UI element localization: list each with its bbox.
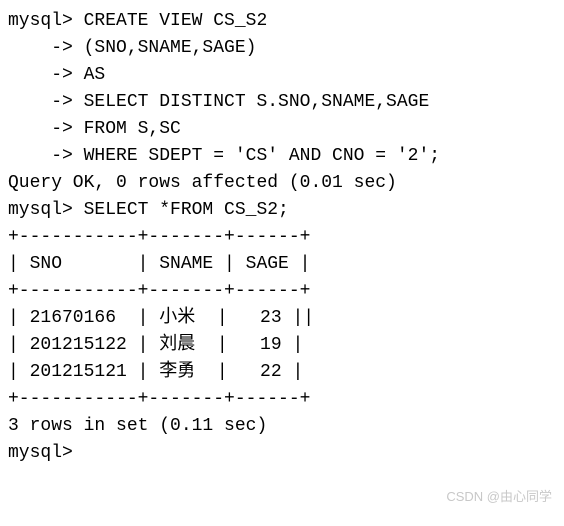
terminal-line: -> WHERE SDEPT = 'CS' AND CNO = '2';	[8, 143, 556, 170]
terminal-line: mysql> CREATE VIEW CS_S2	[8, 8, 556, 35]
table-row: | 21670166 | 小米 | 23 ||	[8, 305, 556, 332]
table-row: | 201215121 | 李勇 | 22 |	[8, 359, 556, 386]
query-status: Query OK, 0 rows affected (0.01 sec)	[8, 170, 556, 197]
terminal-line: -> AS	[8, 62, 556, 89]
terminal-line: -> (SNO,SNAME,SAGE)	[8, 35, 556, 62]
table-header: | SNO | SNAME | SAGE |	[8, 251, 556, 278]
prompt[interactable]: mysql>	[8, 440, 556, 467]
terminal-line: -> SELECT DISTINCT S.SNO,SNAME,SAGE	[8, 89, 556, 116]
table-border: +-----------+-------+------+	[8, 386, 556, 413]
table-border: +-----------+-------+------+	[8, 278, 556, 305]
watermark: CSDN @由心同学	[446, 487, 552, 507]
table-row: | 201215122 | 刘晨 | 19 |	[8, 332, 556, 359]
terminal-line: mysql> SELECT *FROM CS_S2;	[8, 197, 556, 224]
result-summary: 3 rows in set (0.11 sec)	[8, 413, 556, 440]
terminal-line: -> FROM S,SC	[8, 116, 556, 143]
table-border: +-----------+-------+------+	[8, 224, 556, 251]
